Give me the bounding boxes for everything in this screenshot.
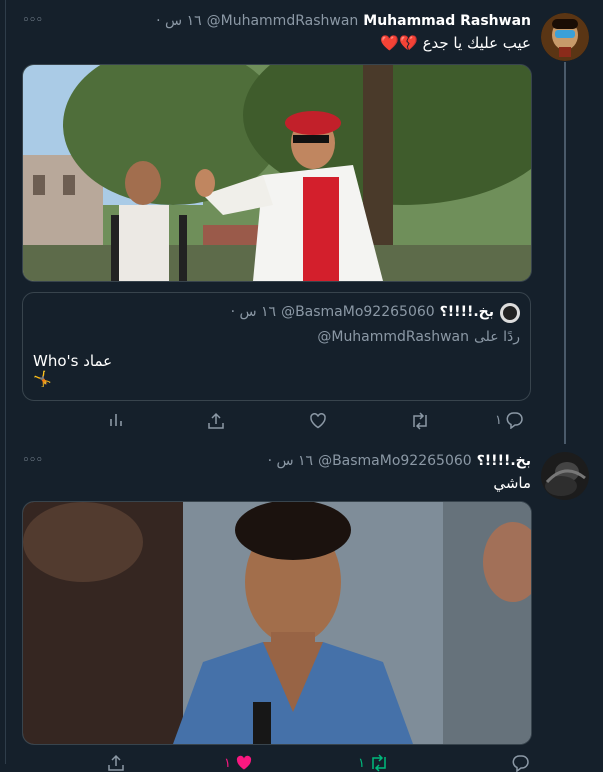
analytics-icon bbox=[110, 414, 122, 426]
heart-filled-icon bbox=[236, 755, 252, 770]
media-image bbox=[23, 65, 531, 281]
replying-to-handle[interactable]: @MuhammdRashwan bbox=[317, 329, 469, 345]
like-button[interactable] bbox=[309, 412, 327, 430]
author-handle[interactable]: @MuhammdRashwan bbox=[207, 13, 359, 29]
share-icon bbox=[108, 754, 124, 771]
replying-to-prefix: ردًا على bbox=[474, 329, 520, 345]
heart-emoji: 💔❤️ bbox=[380, 34, 418, 52]
reply-button[interactable] bbox=[512, 754, 530, 772]
tweet-header: · ١٦ س @MuhammdRashwan Muhammad Rashwan bbox=[156, 13, 531, 29]
tweet-time[interactable]: · ١٦ س bbox=[268, 453, 314, 469]
quoted-tweet[interactable]: · ١٦ س @BasmaMo92265060 بخ.!!!!؟ ردًا عل… bbox=[22, 292, 531, 401]
analytics-button[interactable] bbox=[108, 412, 124, 428]
quoted-emoji: 🤸 bbox=[33, 370, 52, 388]
retweet-button[interactable] bbox=[410, 412, 430, 430]
share-button[interactable] bbox=[207, 412, 225, 430]
retweet-icon bbox=[372, 754, 386, 772]
share-icon bbox=[208, 412, 224, 429]
retweet-icon bbox=[413, 412, 427, 430]
author-name[interactable]: Muhammad Rashwan bbox=[363, 13, 531, 29]
tweet-time[interactable]: · ١٦ س bbox=[156, 13, 202, 29]
avatar[interactable] bbox=[541, 13, 589, 61]
author-handle[interactable]: @BasmaMo92265060 bbox=[318, 453, 472, 469]
share-button[interactable] bbox=[107, 754, 125, 772]
avatar-image bbox=[541, 452, 589, 500]
tweet-media[interactable] bbox=[22, 501, 532, 745]
media-image bbox=[23, 502, 531, 744]
reply-count: ١ bbox=[495, 412, 502, 428]
tweet-2[interactable]: · ١٦ س @BasmaMo92265060 بخ.!!!!؟ ◦◦◦ ماش… bbox=[0, 440, 603, 772]
like-button[interactable]: ١ bbox=[224, 754, 253, 772]
tweet-media[interactable] bbox=[22, 64, 532, 282]
more-icon[interactable]: ◦◦◦ bbox=[22, 13, 43, 28]
quoted-header: · ١٦ س @BasmaMo92265060 بخ.!!!!؟ bbox=[231, 304, 494, 320]
reply-icon bbox=[512, 755, 529, 772]
quoted-time: · ١٦ س bbox=[230, 304, 277, 320]
quoted-name: بخ.!!!!؟ bbox=[439, 304, 494, 320]
like-icon bbox=[310, 413, 326, 429]
more-icon[interactable]: ◦◦◦ bbox=[22, 453, 43, 468]
reply-icon bbox=[506, 412, 523, 429]
quoted-avatar bbox=[500, 303, 520, 323]
retweet-count: ١ bbox=[358, 755, 365, 771]
tweet-header: · ١٦ س @BasmaMo92265060 بخ.!!!!؟ bbox=[268, 453, 531, 469]
tweet-text-body: عيب عليك يا جدع bbox=[422, 34, 531, 52]
tweet-text: عيب عليك يا جدع 💔❤️ bbox=[380, 34, 531, 52]
replying-to: ردًا على @MuhammdRashwan bbox=[317, 329, 520, 345]
avatar-image bbox=[541, 13, 589, 61]
quoted-text: Who's عماد bbox=[33, 352, 113, 370]
quoted-avatar-image bbox=[500, 303, 520, 323]
like-count: ١ bbox=[224, 755, 231, 771]
reply-button[interactable]: ١ bbox=[495, 411, 524, 429]
avatar[interactable] bbox=[541, 452, 589, 500]
retweet-button[interactable]: ١ bbox=[358, 754, 389, 772]
quoted-handle: @BasmaMo92265060 bbox=[281, 304, 435, 320]
tweet-1[interactable]: · ١٦ س @MuhammdRashwan Muhammad Rashwan … bbox=[0, 0, 603, 440]
author-name[interactable]: بخ.!!!!؟ bbox=[477, 453, 531, 469]
tweet-text: ماشي bbox=[493, 474, 531, 492]
